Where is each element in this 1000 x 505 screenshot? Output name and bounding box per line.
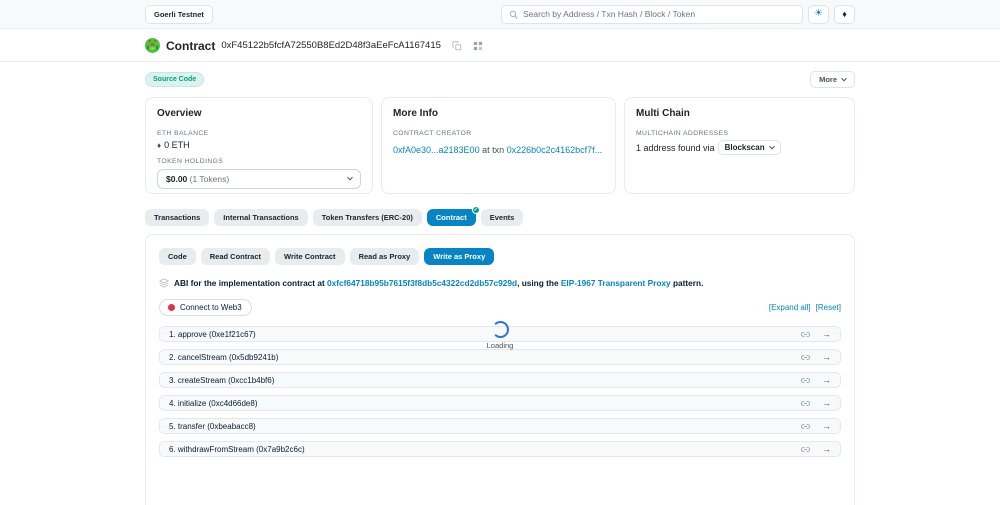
more-info-card: More Info CONTRACT CREATOR 0xfA0e30...a2… [381, 97, 616, 194]
permalink-icon[interactable] [801, 399, 810, 408]
search-icon [509, 10, 518, 19]
permalink-icon[interactable] [801, 353, 810, 362]
blockscan-label: Blockscan [724, 143, 765, 152]
permalink-icon[interactable] [801, 445, 810, 454]
main-tabs: Transactions Internal Transactions Token… [145, 206, 855, 226]
arrow-right-icon: → [822, 421, 831, 431]
search-box[interactable] [501, 4, 803, 24]
multichain-title: Multi Chain [636, 108, 690, 119]
subtab-read-contract[interactable]: Read Contract [200, 248, 271, 265]
eth-icon: ♦ [157, 140, 162, 150]
contract-panel: Code Read Contract Write Contract Read a… [145, 234, 855, 505]
source-code-badge: Source Code [145, 72, 205, 87]
abi-notice-mid: , using the [517, 278, 561, 288]
connect-to-web3-label: Connect to Web3 [180, 303, 242, 312]
topbar: Goerli Testnet ☀ ♦ [0, 0, 1000, 29]
subtab-write-contract[interactable]: Write Contract [275, 248, 345, 265]
overview-title: Overview [157, 108, 202, 119]
arrow-right-icon: → [822, 352, 831, 362]
subtab-read-as-proxy[interactable]: Read as Proxy [349, 248, 420, 265]
arrow-right-icon: → [822, 398, 831, 408]
blockscan-select[interactable]: Blockscan [717, 140, 781, 155]
contract-address: 0xF45122b5fcfA72550B8Ed2D48f3aEeFcA11674… [221, 40, 441, 51]
page-title: Contract [166, 38, 216, 53]
tab-contract-label: Contract [435, 213, 467, 222]
arrow-right-icon: → [822, 444, 831, 454]
contract-creator-label: CONTRACT CREATOR [393, 130, 472, 137]
tab-transactions[interactable]: Transactions [145, 209, 210, 226]
permalink-icon[interactable] [801, 330, 810, 339]
ethereum-icon: ♦ [842, 8, 847, 19]
tab-events[interactable]: Events [480, 209, 524, 226]
arrow-right-icon: → [822, 375, 831, 385]
creation-txn-link[interactable]: 0x226b0c2c4162bcf7f... [507, 145, 603, 155]
function-label: 1. approve (0xe1f21c67) [169, 329, 256, 339]
function-label: 3. createStream (0xcc1b4bf6) [169, 375, 275, 385]
tab-contract[interactable]: Contract ✓ [426, 206, 480, 226]
token-count: (1 Tokens) [189, 174, 230, 184]
subtab-code[interactable]: Code [159, 248, 196, 265]
function-row-withdrawfromstream[interactable]: 6. withdrawFromStream (0x7a9b2c6c) → [159, 441, 841, 457]
arrow-right-icon: → [822, 329, 831, 339]
eth-balance-value: 0 ETH [164, 140, 190, 150]
contract-subtabs: Code Read Contract Write Contract Read a… [159, 248, 841, 265]
abi-notice-prefix: ABI for the implementation contract at [174, 278, 328, 288]
subtab-write-as-proxy[interactable]: Write as Proxy [424, 248, 495, 265]
qr-code-icon[interactable] [473, 41, 483, 51]
search-input[interactable] [523, 9, 795, 19]
network-menu-button[interactable]: ♦ [834, 4, 855, 24]
eip1967-pattern-link[interactable]: EIP-1967 Transparent Proxy [561, 278, 671, 288]
multichain-found-text: 1 address found via [636, 142, 715, 153]
connect-to-web3-button[interactable]: Connect to Web3 [159, 299, 252, 316]
function-row-approve[interactable]: 1. approve (0xe1f21c67) → [159, 326, 841, 342]
permalink-icon[interactable] [801, 422, 810, 431]
token-value: $0.00 [166, 174, 188, 184]
multichain-card: Multi Chain MULTICHAIN ADDRESSES 1 addre… [624, 97, 855, 194]
network-badge[interactable]: Goerli Testnet [145, 4, 213, 24]
sun-icon: ☀ [814, 8, 823, 19]
token-holdings-select[interactable]: $0.00 (1 Tokens) [157, 169, 361, 189]
overview-card: Overview ETH BALANCE ♦ 0 ETH TOKEN HOLDI… [145, 97, 373, 194]
abi-notice-suffix: pattern. [670, 278, 704, 288]
verified-check-icon: ✓ [471, 206, 480, 214]
disconnected-status-icon [168, 304, 175, 311]
tab-token-transfers[interactable]: Token Transfers (ERC-20) [312, 209, 422, 226]
chevron-down-icon [768, 143, 775, 149]
more-button-label: More [819, 75, 837, 84]
function-label: 2. cancelStream (0x5db9241b) [169, 352, 279, 362]
eth-balance-label: ETH BALANCE [157, 130, 209, 137]
function-row-transfer[interactable]: 5. transfer (0xbeabacc8) → [159, 418, 841, 434]
layers-icon [159, 278, 169, 288]
function-row-createstream[interactable]: 3. createStream (0xcc1b4bf6) → [159, 372, 841, 388]
reset-link[interactable]: [Reset] [816, 303, 841, 312]
write-functions-list: 1. approve (0xe1f21c67) → 2. cancelStrea… [159, 321, 841, 457]
at-txn-text: at txn [479, 145, 507, 155]
tab-internal-transactions[interactable]: Internal Transactions [214, 209, 308, 226]
multichain-addresses-label: MULTICHAIN ADDRESSES [636, 130, 729, 137]
function-row-initialize[interactable]: 4. initialize (0xc4d66de8) → [159, 395, 841, 411]
more-button[interactable]: More [810, 71, 855, 88]
chevron-down-icon [841, 75, 847, 81]
function-row-cancelstream[interactable]: 2. cancelStream (0x5db9241b) → [159, 349, 841, 365]
permalink-icon[interactable] [801, 376, 810, 385]
function-label: 6. withdrawFromStream (0x7a9b2c6c) [169, 444, 305, 454]
page-header: Contract 0xF45122b5fcfA72550B8Ed2D48f3aE… [0, 29, 1000, 62]
token-holdings-label: TOKEN HOLDINGS [157, 158, 224, 165]
expand-all-link[interactable]: [Expand all] [769, 303, 811, 312]
creator-address-link[interactable]: 0xfA0e30...a2183E00 [393, 145, 480, 155]
chevron-down-icon [347, 174, 353, 181]
more-info-title: More Info [393, 108, 438, 119]
theme-toggle-button[interactable]: ☀ [808, 4, 829, 24]
copy-address-icon[interactable] [452, 40, 462, 51]
contract-avatar [145, 38, 160, 53]
function-label: 4. initialize (0xc4d66de8) [169, 398, 258, 408]
function-label: 5. transfer (0xbeabacc8) [169, 421, 256, 431]
implementation-address-link[interactable]: 0xfcf64718b95b7615f3f8db5c4322cd2db57c92… [327, 278, 517, 288]
